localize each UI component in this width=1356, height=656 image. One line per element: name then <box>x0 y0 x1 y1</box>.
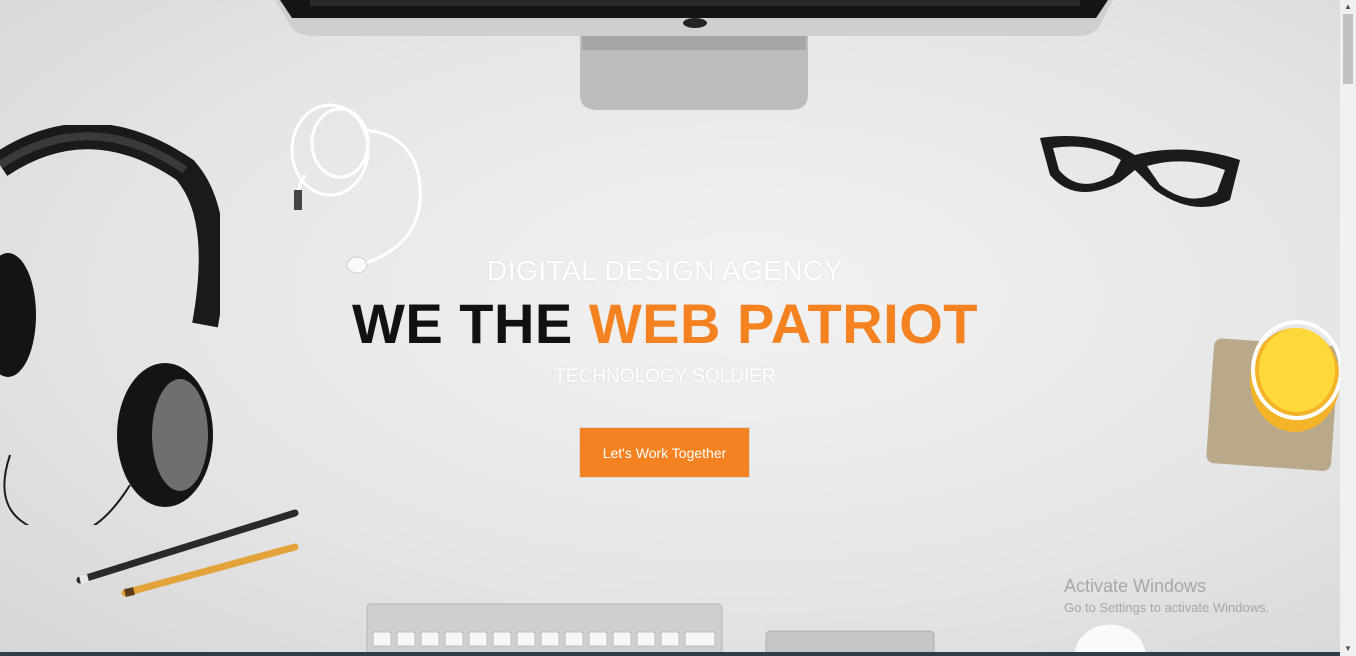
vertical-scrollbar[interactable]: ▲ ▼ <box>1340 0 1356 656</box>
keyboard-image <box>366 603 723 656</box>
headline-accent-text: WEB PATRIOT <box>588 292 978 355</box>
hero-headline: WE THE WEB PATRIOT <box>0 291 1330 356</box>
bottom-strip <box>0 652 1340 656</box>
hero-section: DIGITAL DESIGN AGENCY WE THE WEB PATRIOT… <box>0 0 1340 656</box>
lets-work-together-button[interactable]: Let's Work Together <box>579 427 750 478</box>
scrollbar-thumb[interactable] <box>1343 14 1353 84</box>
hero-tagline: TECHNOLOGY SOLDIER <box>554 366 776 387</box>
watermark-subtitle: Go to Settings to activate Windows. <box>1064 600 1270 615</box>
hero-subtitle: DIGITAL DESIGN AGENCY <box>487 255 843 286</box>
earphones-image <box>290 103 422 274</box>
activate-windows-watermark: Activate Windows Go to Settings to activ… <box>1064 576 1269 615</box>
headline-dark-text: WE THE <box>352 292 589 355</box>
glasses-image <box>1040 136 1240 208</box>
scroll-down-arrow-icon[interactable]: ▼ <box>1340 642 1356 656</box>
watermark-title: Activate Windows <box>1064 576 1207 596</box>
pencils-image <box>76 509 299 597</box>
scroll-up-arrow-icon[interactable]: ▲ <box>1340 0 1356 14</box>
hero-text: DIGITAL DESIGN AGENCY WE THE WEB PATRIOT… <box>0 255 1330 388</box>
mouse-image <box>1073 623 1147 656</box>
